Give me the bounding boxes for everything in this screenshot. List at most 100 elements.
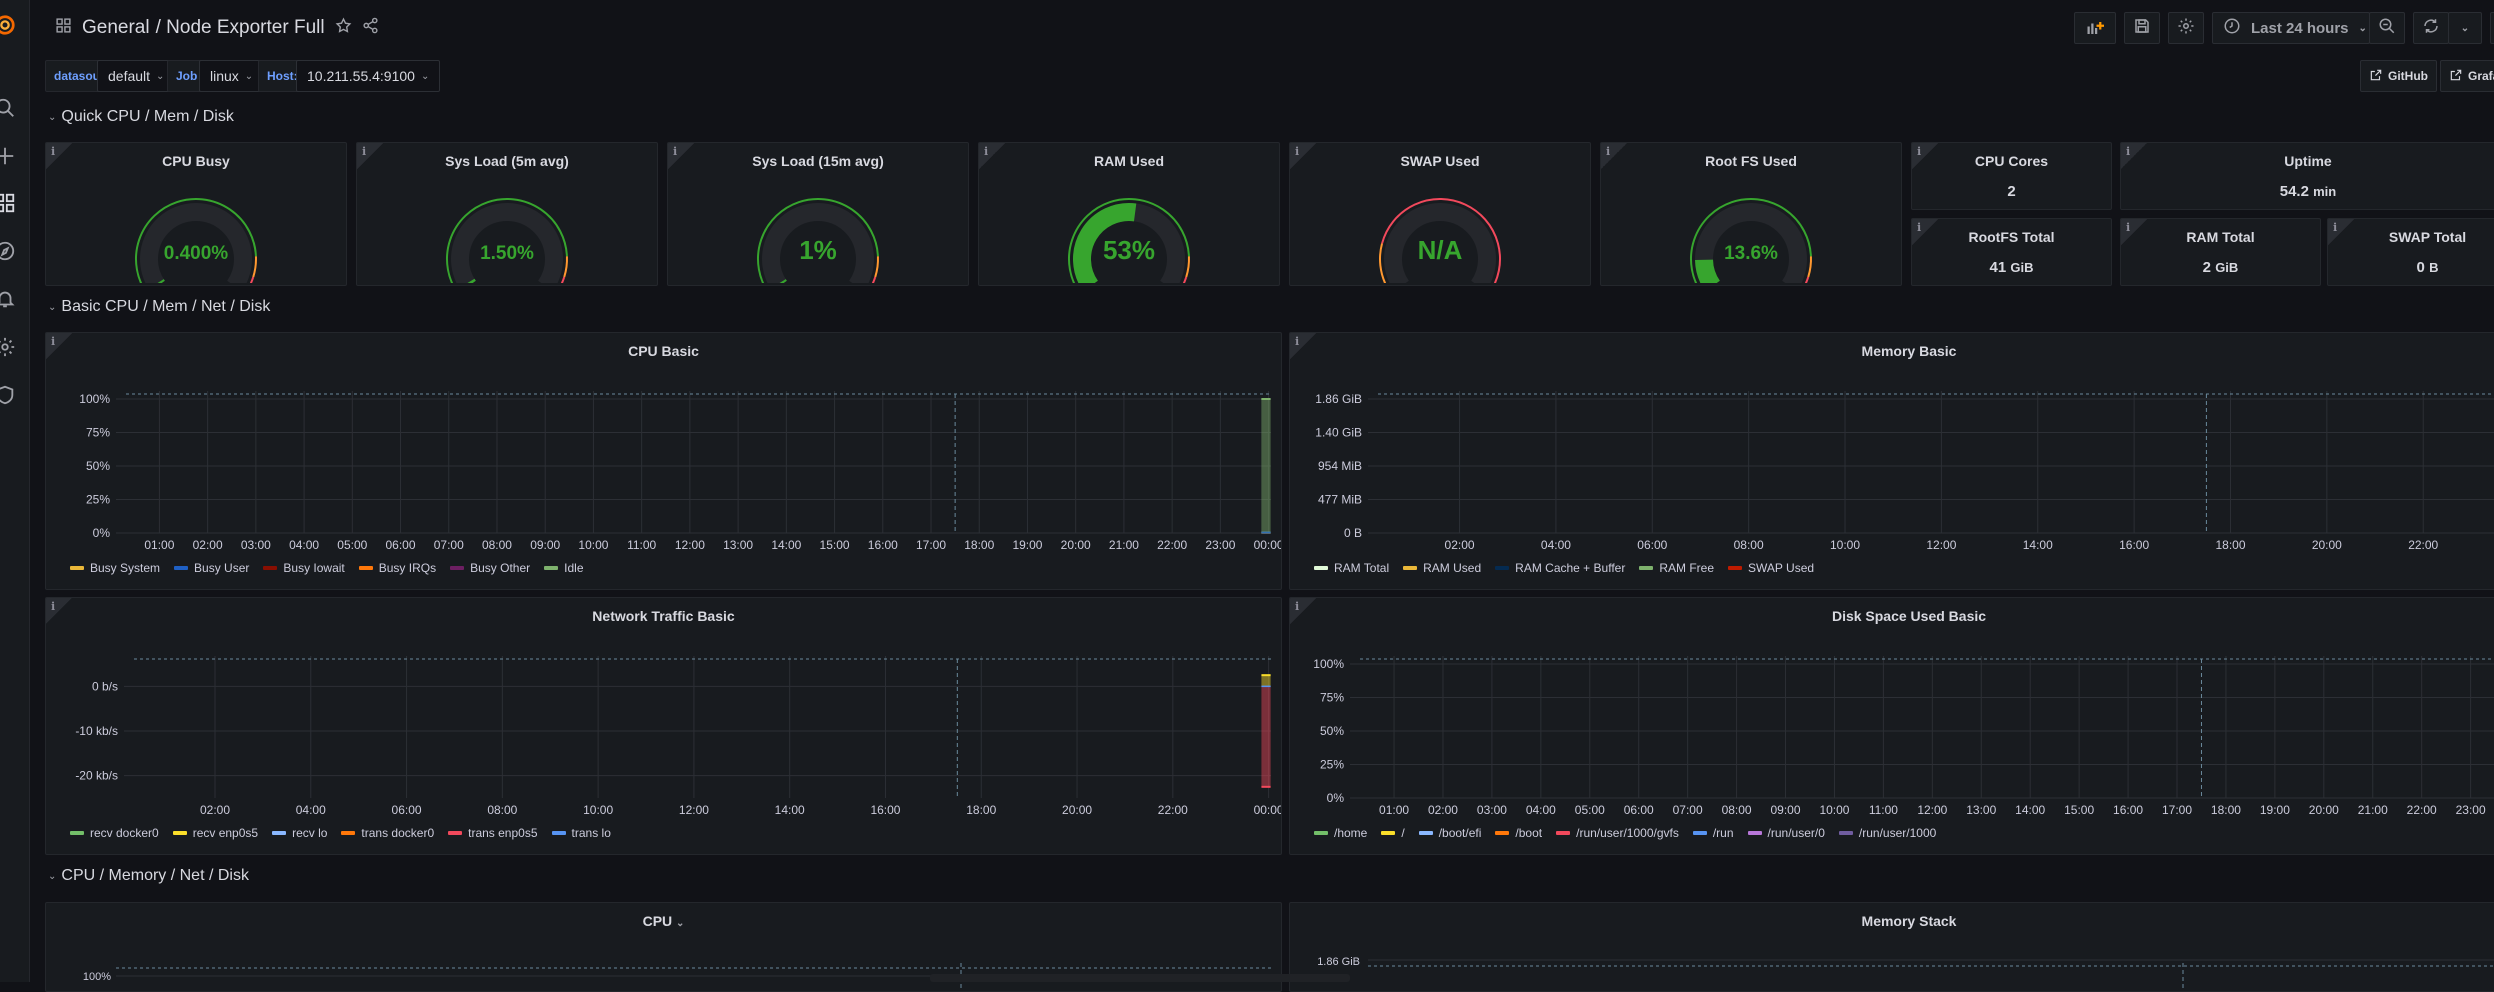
dashboard-settings-button[interactable] bbox=[2168, 12, 2204, 44]
chart-legend: Busy System Busy User Busy Iowait Busy IRQs… bbox=[70, 561, 584, 575]
variable-select-datasource[interactable]: default⌄ bbox=[97, 60, 175, 92]
x-tick-label: 18:00 bbox=[964, 538, 994, 552]
legend-label: /boot bbox=[1515, 826, 1542, 840]
legend-item[interactable]: recv docker0 bbox=[70, 826, 159, 840]
panel-network-basic[interactable]: i Network Traffic Basic-20 kb/s-10 kb/s0… bbox=[45, 597, 1282, 855]
stat-panel-rootfs-total[interactable]: i RootFS Total 41 GiB bbox=[1911, 218, 2112, 286]
legend-label: /run/user/1000/gvfs bbox=[1576, 826, 1679, 840]
legend-item[interactable]: /home bbox=[1314, 826, 1367, 840]
horizontal-scrollbar[interactable] bbox=[930, 974, 1350, 982]
stat-panel-ram-total[interactable]: i RAM Total 2 GiB bbox=[2120, 218, 2321, 286]
stat-panel-cpu-cores[interactable]: i CPU Cores 2 bbox=[1911, 142, 2112, 210]
zoom-out-button[interactable] bbox=[2369, 12, 2405, 44]
gauge-panel[interactable]: i Root FS Used13.6% bbox=[1600, 142, 1902, 286]
dashboards-icon[interactable] bbox=[0, 192, 16, 214]
legend-label: trans lo bbox=[572, 826, 611, 840]
legend-item[interactable]: trans lo bbox=[552, 826, 611, 840]
row-basic-cpu-mem-net-disk[interactable]: ⌄ Basic CPU / Mem / Net / Disk bbox=[48, 298, 270, 316]
legend-item[interactable]: /run/user/1000/gvfs bbox=[1556, 826, 1679, 840]
panel-cpu-basic[interactable]: i CPU Basic0%25%50%75%100%01:0002:0003:0… bbox=[45, 332, 1282, 590]
github-link[interactable]: GitHub bbox=[2360, 60, 2437, 92]
stat-panel-uptime[interactable]: i Uptime 54.2 min bbox=[2120, 142, 2494, 210]
grafana-link[interactable]: Grafana bbox=[2440, 60, 2494, 92]
legend-item[interactable]: Busy User bbox=[174, 561, 249, 575]
settings-gear-icon[interactable] bbox=[0, 336, 16, 358]
panel-memory-basic[interactable]: i Memory Basic0 B477 MiB954 MiB1.40 GiB1… bbox=[1289, 332, 2494, 590]
legend-item[interactable]: /boot/efi bbox=[1419, 826, 1482, 840]
legend-item[interactable]: RAM Total bbox=[1314, 561, 1389, 575]
legend-item[interactable]: SWAP Used bbox=[1728, 561, 1814, 575]
legend-item[interactable]: Busy System bbox=[70, 561, 160, 575]
legend-item[interactable]: Busy Iowait bbox=[263, 561, 344, 575]
x-tick-label: 00:00 bbox=[1254, 538, 1282, 552]
time-series-chart[interactable]: 0%25%50%75%100%01:0002:0003:0004:0005:00… bbox=[1290, 598, 2494, 855]
time-series-chart[interactable]: 0 B477 MiB954 MiB1.40 GiB1.86 GiB02:0004… bbox=[1290, 333, 2494, 590]
chevron-down-icon: ⌄ bbox=[245, 71, 253, 82]
legend-item[interactable]: trans docker0 bbox=[341, 826, 434, 840]
share-icon[interactable] bbox=[362, 17, 379, 40]
gauge-panel[interactable]: i CPU Busy0.400% bbox=[45, 142, 347, 286]
gauge-panel[interactable]: i SWAP UsedN/A bbox=[1289, 142, 1591, 286]
stat-panel-swap-total[interactable]: i SWAP Total 0 B bbox=[2327, 218, 2494, 286]
gauge-panel[interactable]: i Sys Load (5m avg)1.50% bbox=[356, 142, 658, 286]
gauge-panel[interactable]: i RAM Used53% bbox=[978, 142, 1280, 286]
legend-item[interactable]: /run/user/1000 bbox=[1839, 826, 1936, 840]
add-panel-button[interactable] bbox=[2074, 12, 2116, 44]
panel-title: SWAP Used bbox=[1290, 153, 1590, 169]
legend-item[interactable]: Busy Other bbox=[450, 561, 530, 575]
time-series-chart[interactable]: 0%25%50%75%100%01:0002:0003:0004:0005:00… bbox=[46, 333, 1282, 590]
legend-label: Busy IRQs bbox=[379, 561, 436, 575]
alerting-bell-icon[interactable] bbox=[0, 288, 16, 310]
legend-item[interactable]: RAM Free bbox=[1639, 561, 1714, 575]
x-tick-label: 05:00 bbox=[1575, 803, 1605, 817]
legend-item[interactable]: Idle bbox=[544, 561, 583, 575]
panel-disk-basic[interactable]: i Disk Space Used Basic0%25%50%75%100%01… bbox=[1289, 597, 2494, 855]
refresh-button[interactable] bbox=[2413, 12, 2449, 44]
row-quick-cpu-mem-disk[interactable]: ⌄ Quick CPU / Mem / Disk bbox=[48, 108, 234, 126]
legend-item[interactable]: RAM Used bbox=[1403, 561, 1481, 575]
legend-swatch bbox=[1381, 831, 1395, 835]
x-tick-label: 08:00 bbox=[487, 803, 517, 817]
legend-item[interactable]: RAM Cache + Buffer bbox=[1495, 561, 1625, 575]
legend-item[interactable]: recv lo bbox=[272, 826, 327, 840]
legend-item[interactable]: /run bbox=[1693, 826, 1734, 840]
view-mode-button[interactable] bbox=[2490, 12, 2494, 44]
x-tick-label: 22:00 bbox=[2408, 538, 2438, 552]
explore-icon[interactable] bbox=[0, 240, 16, 262]
gauge-value: 53% bbox=[979, 235, 1279, 266]
legend-item[interactable]: /boot bbox=[1495, 826, 1542, 840]
row-title: Basic CPU / Mem / Net / Disk bbox=[61, 298, 270, 316]
plus-icon[interactable] bbox=[0, 145, 16, 167]
chevron-down-icon: ⌄ bbox=[156, 71, 164, 82]
x-tick-label: 16:00 bbox=[2119, 538, 2149, 552]
x-tick-label: 22:00 bbox=[2407, 803, 2437, 817]
legend-label: /run bbox=[1713, 826, 1734, 840]
star-icon[interactable] bbox=[335, 17, 352, 40]
panel-title: Sys Load (15m avg) bbox=[668, 153, 968, 169]
legend-item[interactable]: Busy IRQs bbox=[359, 561, 436, 575]
x-tick-label: 11:00 bbox=[1869, 803, 1898, 817]
row-cpu-memory-net-disk[interactable]: ⌄ CPU / Memory / Net / Disk bbox=[48, 867, 249, 885]
x-tick-label: 09:00 bbox=[1771, 803, 1801, 817]
gauge-panel[interactable]: i Sys Load (15m avg)1% bbox=[667, 142, 969, 286]
save-dashboard-button[interactable] bbox=[2124, 12, 2160, 44]
shield-icon[interactable] bbox=[0, 384, 16, 406]
time-range-picker[interactable]: Last 24 hours ⌄ bbox=[2212, 12, 2370, 44]
legend-item[interactable]: / bbox=[1381, 826, 1404, 840]
dashboard-main: General / Node Exporter Full Last 24 hou… bbox=[30, 0, 2494, 982]
legend-item[interactable]: /run/user/0 bbox=[1748, 826, 1825, 840]
chevron-down-icon: ⌄ bbox=[48, 112, 56, 123]
variable-select-host[interactable]: 10.211.55.4:9100⌄ bbox=[296, 60, 440, 92]
breadcrumb-folder[interactable]: General bbox=[82, 17, 150, 39]
legend-label: RAM Used bbox=[1423, 561, 1481, 575]
grafana-logo[interactable] bbox=[0, 14, 16, 36]
dashboard-title[interactable]: Node Exporter Full bbox=[166, 17, 324, 38]
legend-item[interactable]: trans enp0s5 bbox=[448, 826, 537, 840]
time-series-chart[interactable]: -20 kb/s-10 kb/s0 b/s02:0004:0006:0008:0… bbox=[46, 598, 1282, 855]
variable-select-job[interactable]: linux⌄ bbox=[199, 60, 264, 92]
refresh-interval-dropdown[interactable]: ⌄ bbox=[2448, 12, 2482, 44]
search-icon[interactable] bbox=[0, 97, 16, 119]
x-tick-label: 04:00 bbox=[296, 803, 326, 817]
legend-item[interactable]: recv enp0s5 bbox=[173, 826, 258, 840]
panel-memory-stack[interactable]: Memory Stack 1.86 GiB bbox=[1289, 902, 2494, 992]
